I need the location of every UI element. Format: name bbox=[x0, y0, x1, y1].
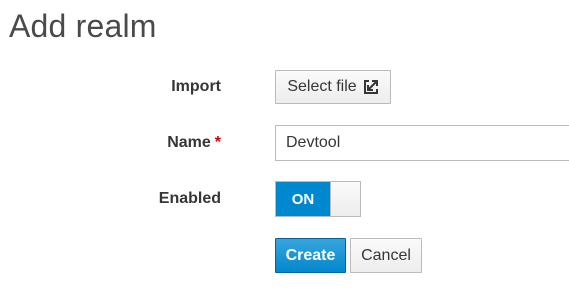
enabled-label: Enabled bbox=[158, 190, 221, 207]
select-file-label: Select file bbox=[287, 78, 357, 95]
cancel-button[interactable]: Cancel bbox=[350, 238, 422, 273]
import-icon bbox=[363, 79, 379, 95]
required-marker: * bbox=[214, 134, 221, 151]
name-label: Name * bbox=[81, 134, 221, 152]
import-label: Import bbox=[171, 78, 221, 95]
select-file-button[interactable]: Select file bbox=[275, 70, 391, 104]
enabled-toggle[interactable]: ON bbox=[275, 181, 361, 217]
create-button[interactable]: Create bbox=[275, 238, 346, 273]
toggle-handle[interactable] bbox=[330, 182, 360, 216]
name-input[interactable] bbox=[275, 125, 569, 161]
toggle-on-label: ON bbox=[276, 182, 330, 216]
page-title: Add realm bbox=[9, 8, 157, 44]
name-label-text: Name bbox=[167, 134, 211, 151]
